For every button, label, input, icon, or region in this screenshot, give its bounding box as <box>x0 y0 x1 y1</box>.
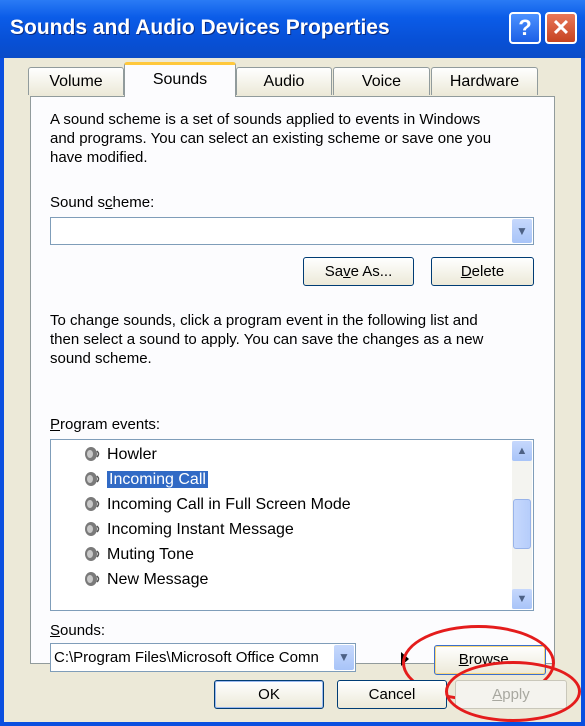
events-description: To change sounds, click a program event … <box>50 311 483 368</box>
text-line: sound scheme. <box>50 350 152 367</box>
ok-button[interactable]: OK <box>214 680 324 709</box>
sound-scheme-select[interactable]: ▼ <box>50 217 534 245</box>
annotation-circle <box>445 661 581 722</box>
list-item[interactable]: Howler <box>83 444 157 466</box>
tab-volume[interactable]: Volume <box>28 67 124 95</box>
list-item[interactable]: Incoming Call in Full Screen Mode <box>83 494 351 516</box>
speaker-icon <box>85 522 100 536</box>
tab-sounds[interactable]: Sounds <box>124 62 236 97</box>
program-events-list[interactable]: Howler Incoming Call Incoming Call in Fu… <box>50 439 534 611</box>
cancel-button[interactable]: Cancel <box>337 680 447 709</box>
list-item[interactable]: Muting Tone <box>83 544 194 566</box>
chevron-down-icon[interactable]: ▼ <box>334 645 354 670</box>
speaker-icon <box>85 447 100 461</box>
program-events-label: Program events: <box>50 416 161 433</box>
scheme-description: A sound scheme is a set of sounds applie… <box>50 110 491 167</box>
list-item[interactable]: Incoming Instant Message <box>83 519 294 541</box>
help-button[interactable]: ? <box>509 12 541 44</box>
dialog-window: Sounds and Audio Devices Properties ? ✕ … <box>0 0 585 726</box>
events-scrollbar[interactable]: ▲ ▼ <box>512 441 532 609</box>
sound-scheme-label: Sound scheme: <box>50 194 155 211</box>
text-line: then select a sound to apply. You can sa… <box>50 331 484 348</box>
text-line: A sound scheme is a set of sounds applie… <box>50 111 481 128</box>
title-bar[interactable]: Sounds and Audio Devices Properties ? ✕ <box>0 0 585 58</box>
list-item-selected[interactable]: Incoming Call <box>83 469 208 491</box>
speaker-icon <box>85 497 100 511</box>
close-button[interactable]: ✕ <box>545 12 577 44</box>
scroll-up-button[interactable]: ▲ <box>512 441 532 461</box>
speaker-icon <box>85 572 100 586</box>
close-icon: ✕ <box>551 15 571 40</box>
list-item[interactable]: New Message <box>83 569 208 591</box>
text-line: have modified. <box>50 149 148 166</box>
text-line: To change sounds, click a program event … <box>50 312 478 329</box>
delete-button[interactable]: Delete <box>431 257 534 286</box>
window-title: Sounds and Audio Devices Properties <box>10 16 390 39</box>
sound-file-select[interactable]: C:\Program Files\Microsoft Office Comn ▼ <box>50 643 356 672</box>
speaker-icon <box>85 472 100 486</box>
tab-voice[interactable]: Voice <box>333 67 430 95</box>
dialog-client: Volume Sounds Audio Voice Hardware A sou… <box>4 58 581 722</box>
sounds-label: Sounds: <box>50 622 106 639</box>
tab-audio[interactable]: Audio <box>236 67 332 95</box>
speaker-icon <box>85 547 100 561</box>
sounds-tab-panel: A sound scheme is a set of sounds applie… <box>30 96 555 701</box>
text-line: and programs. You can select an existing… <box>50 130 492 147</box>
scroll-thumb[interactable] <box>513 499 531 549</box>
scroll-down-button[interactable]: ▼ <box>512 589 532 609</box>
chevron-down-icon[interactable]: ▼ <box>512 219 532 243</box>
tab-hardware[interactable]: Hardware <box>431 67 538 95</box>
save-as-button[interactable]: Save As... <box>303 257 414 286</box>
help-icon: ? <box>518 15 532 40</box>
